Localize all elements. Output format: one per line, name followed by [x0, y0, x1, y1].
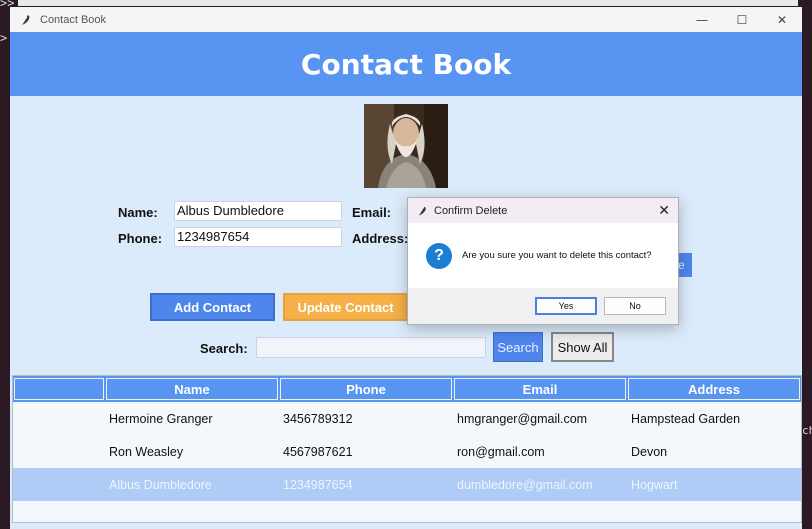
column-header-email[interactable]: Email: [454, 378, 626, 400]
contact-photo: [364, 104, 448, 188]
dialog-title: Confirm Delete: [434, 204, 508, 217]
contacts-table[interactable]: Name Phone Email Address Hermoine Grange…: [12, 375, 802, 523]
column-header-name[interactable]: Name: [106, 378, 278, 400]
name-label: Name:: [118, 205, 158, 220]
add-contact-button[interactable]: Add Contact: [150, 293, 275, 321]
background-text: ch: [802, 424, 812, 437]
phone-label: Phone:: [118, 231, 163, 246]
dialog-message: Are you sure you want to delete this con…: [462, 250, 652, 261]
cell-name: Ron Weasley: [109, 444, 184, 459]
phone-field[interactable]: 1234987654: [174, 227, 342, 247]
cell-email: dumbledore@gmail.com: [457, 477, 593, 492]
search-button[interactable]: Search: [493, 332, 543, 362]
cell-email: hmgranger@gmail.com: [457, 411, 588, 426]
window-title: Contact Book: [40, 13, 107, 26]
column-header-blank[interactable]: [14, 378, 104, 400]
dialog-title-bar[interactable]: Confirm Delete ✕: [408, 198, 678, 223]
confirm-delete-dialog: Confirm Delete ✕ ? Are you sure you want…: [407, 197, 679, 325]
column-header-address[interactable]: Address: [628, 378, 800, 400]
email-label: Email:: [352, 205, 392, 220]
address-label: Address:: [352, 231, 409, 246]
close-button[interactable]: ✕: [762, 7, 802, 32]
feather-icon: [20, 14, 30, 26]
minimize-button[interactable]: —: [682, 7, 722, 32]
no-button[interactable]: No: [604, 297, 666, 315]
background-prompt-side: >: [0, 31, 8, 45]
cell-address: Hogwart: [631, 477, 678, 492]
close-icon[interactable]: ✕: [658, 202, 670, 219]
background-window-strip: [18, 0, 798, 6]
page-title: Contact Book: [300, 47, 512, 81]
cell-phone: 3456789312: [283, 411, 353, 426]
update-contact-button[interactable]: Update Contact: [283, 293, 408, 321]
portrait-image: [364, 104, 448, 188]
yes-button[interactable]: Yes: [535, 297, 597, 315]
cell-email: ron@gmail.com: [457, 444, 545, 459]
show-all-button[interactable]: Show All: [551, 332, 614, 362]
contact-book-window: Contact Book — ☐ ✕ Contact Book Name: Al…: [10, 7, 802, 529]
cell-name: Hermoine Granger: [109, 411, 213, 426]
app-header: Contact Book: [10, 32, 802, 96]
dialog-body: ? Are you sure you want to delete this c…: [408, 223, 678, 288]
cell-address: Devon: [631, 444, 668, 459]
search-label: Search:: [200, 341, 248, 356]
table-header: Name Phone Email Address: [13, 376, 801, 402]
column-header-phone[interactable]: Phone: [280, 378, 452, 400]
name-field[interactable]: Albus Dumbledore: [174, 201, 342, 221]
cell-address: Hampstead Garden: [631, 411, 741, 426]
table-row-selected[interactable]: Albus Dumbledore 1234987654 dumbledore@g…: [13, 468, 801, 501]
search-input[interactable]: [256, 337, 486, 358]
title-bar[interactable]: Contact Book — ☐ ✕: [10, 7, 802, 32]
cell-name: Albus Dumbledore: [109, 477, 212, 492]
table-row[interactable]: Hermoine Granger 3456789312 hmgranger@gm…: [13, 402, 801, 435]
dialog-footer: Yes No: [408, 288, 678, 324]
feather-icon: [418, 206, 426, 216]
question-icon: ?: [426, 242, 452, 269]
cell-phone: 4567987621: [283, 444, 353, 459]
table-row[interactable]: Ron Weasley 4567987621 ron@gmail.com Dev…: [13, 435, 801, 468]
cell-phone: 1234987654: [283, 477, 353, 492]
maximize-button[interactable]: ☐: [722, 7, 762, 32]
